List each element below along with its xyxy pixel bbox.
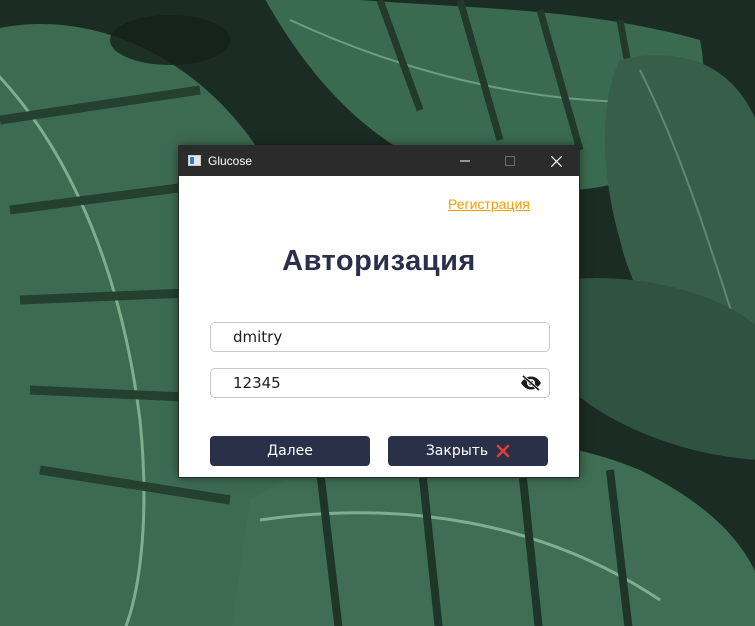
- app-icon: [188, 155, 201, 166]
- register-link[interactable]: Регистрация: [448, 196, 530, 212]
- title-bar[interactable]: Glucose: [179, 146, 579, 176]
- maximize-icon: [505, 156, 515, 166]
- red-x-icon: [496, 444, 510, 458]
- password-field[interactable]: [210, 368, 550, 398]
- minimize-icon: [460, 160, 470, 162]
- close-button[interactable]: Закрыть: [388, 436, 548, 466]
- maximize-button[interactable]: [487, 146, 533, 176]
- eye-slash-icon[interactable]: [520, 375, 542, 391]
- close-button-label: Закрыть: [425, 443, 489, 459]
- login-field[interactable]: [210, 322, 550, 352]
- window-title: Glucose: [208, 154, 253, 168]
- glucose-window: Glucose Регистрация Авторизация Далее За…: [178, 145, 580, 478]
- page-title: Авторизация: [282, 245, 476, 277]
- next-button-label: Далее: [267, 443, 313, 459]
- minimize-button[interactable]: [442, 146, 488, 176]
- login-input[interactable]: [233, 323, 513, 351]
- password-input[interactable]: [233, 369, 513, 397]
- next-button[interactable]: Далее: [210, 436, 370, 466]
- close-window-button[interactable]: [533, 146, 579, 176]
- close-icon: [550, 155, 562, 167]
